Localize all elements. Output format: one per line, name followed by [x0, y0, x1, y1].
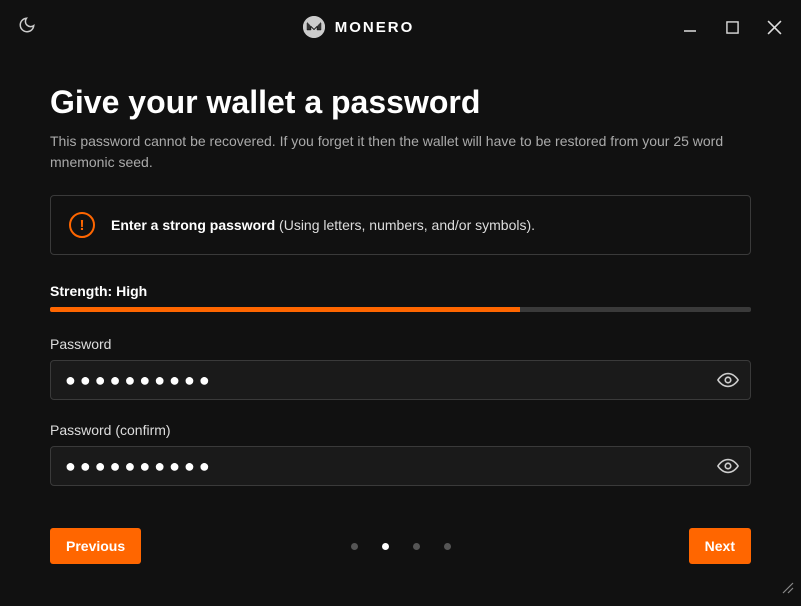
hint-text: Enter a strong password (Using letters, …	[111, 217, 535, 233]
hint-rest: (Using letters, numbers, and/or symbols)…	[275, 217, 535, 233]
brand-name: MONERO	[335, 19, 415, 36]
wizard-dot[interactable]	[413, 543, 420, 550]
strength-fill	[50, 307, 520, 312]
page-title: Give your wallet a password	[50, 84, 751, 121]
strength-label: Strength: High	[50, 283, 751, 299]
strength-bar	[50, 307, 751, 312]
password-input[interactable]	[50, 360, 751, 400]
hint-bold: Enter a strong password	[111, 217, 275, 233]
wizard-dots	[351, 543, 451, 550]
wizard-dot[interactable]	[444, 543, 451, 550]
page-subtitle: This password cannot be recovered. If yo…	[50, 131, 751, 173]
previous-button[interactable]: Previous	[50, 528, 141, 564]
password-confirm-label: Password (confirm)	[50, 422, 751, 438]
warning-icon: !	[69, 212, 95, 238]
resize-handle-icon[interactable]	[781, 581, 795, 600]
password-confirm-input[interactable]	[50, 446, 751, 486]
password-label: Password	[50, 336, 751, 352]
main-content: Give your wallet a password This passwor…	[0, 54, 801, 486]
close-button[interactable]	[765, 18, 783, 36]
wizard-dot[interactable]	[351, 543, 358, 550]
wizard-footer: Previous Next	[50, 528, 751, 564]
eye-icon[interactable]	[717, 369, 739, 391]
hint-box: ! Enter a strong password (Using letters…	[50, 195, 751, 255]
minimize-button[interactable]	[681, 18, 699, 36]
dark-mode-icon[interactable]	[18, 16, 36, 39]
wizard-dot[interactable]	[382, 543, 389, 550]
monero-logo-icon	[303, 16, 325, 38]
next-button[interactable]: Next	[689, 528, 751, 564]
eye-icon[interactable]	[717, 455, 739, 477]
maximize-button[interactable]	[723, 18, 741, 36]
titlebar: MONERO	[0, 0, 801, 54]
